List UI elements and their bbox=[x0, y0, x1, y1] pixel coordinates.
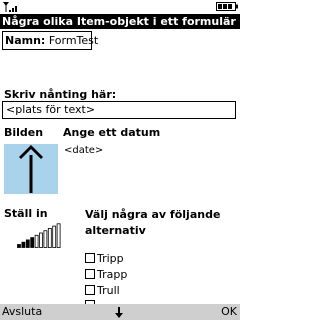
softkey-bar: Avsluta OK bbox=[0, 304, 240, 320]
gauge-bar bbox=[43, 230, 48, 248]
checkbox[interactable] bbox=[85, 269, 95, 279]
option-label: Trull bbox=[97, 284, 120, 297]
image-item bbox=[4, 144, 58, 194]
option-tripp[interactable]: Tripp bbox=[85, 252, 124, 266]
gauge-bar bbox=[21, 241, 26, 248]
checkbox[interactable] bbox=[85, 285, 95, 295]
option-trapp[interactable]: Trapp bbox=[85, 268, 127, 282]
option-label: Tripp bbox=[97, 252, 124, 265]
image-label: Bilden bbox=[4, 126, 44, 139]
name-label: Namn: bbox=[5, 34, 46, 47]
signal-strength-icon bbox=[3, 2, 17, 12]
down-arrow-icon[interactable] bbox=[114, 305, 124, 319]
option-trull[interactable]: Trull bbox=[85, 284, 120, 298]
gauge-bar bbox=[34, 234, 39, 248]
gauge-bar bbox=[47, 228, 52, 248]
gauge-bar bbox=[25, 239, 30, 248]
gauge-bar bbox=[56, 223, 61, 248]
form-title: Några olika Item-objekt i ett formulär bbox=[0, 14, 240, 29]
battery-icon bbox=[216, 2, 238, 11]
gauge-bar bbox=[39, 232, 43, 248]
text-input-field[interactable]: <plats för text> bbox=[2, 101, 236, 119]
date-label: Ange ett datum bbox=[63, 126, 161, 139]
status-bar bbox=[0, 0, 240, 14]
gauge-bar bbox=[17, 244, 21, 248]
date-field[interactable]: <date> bbox=[64, 145, 103, 156]
gauge-bar bbox=[52, 225, 57, 248]
checkbox[interactable] bbox=[85, 253, 95, 263]
gauge-slider[interactable] bbox=[17, 222, 61, 248]
ok-softkey[interactable]: OK bbox=[221, 304, 237, 320]
name-string-item: Namn: FormTest bbox=[2, 31, 98, 50]
exit-softkey[interactable]: Avsluta bbox=[2, 304, 42, 320]
choice-group-label: Välj några av följande alternativ bbox=[85, 208, 221, 237]
option-label: Trapp bbox=[97, 268, 128, 281]
name-value: FormTest bbox=[48, 34, 99, 47]
text-field-label: Skriv nånting här: bbox=[4, 88, 117, 101]
gauge-label: Ställ in bbox=[4, 207, 48, 220]
gauge-bar bbox=[30, 237, 35, 248]
